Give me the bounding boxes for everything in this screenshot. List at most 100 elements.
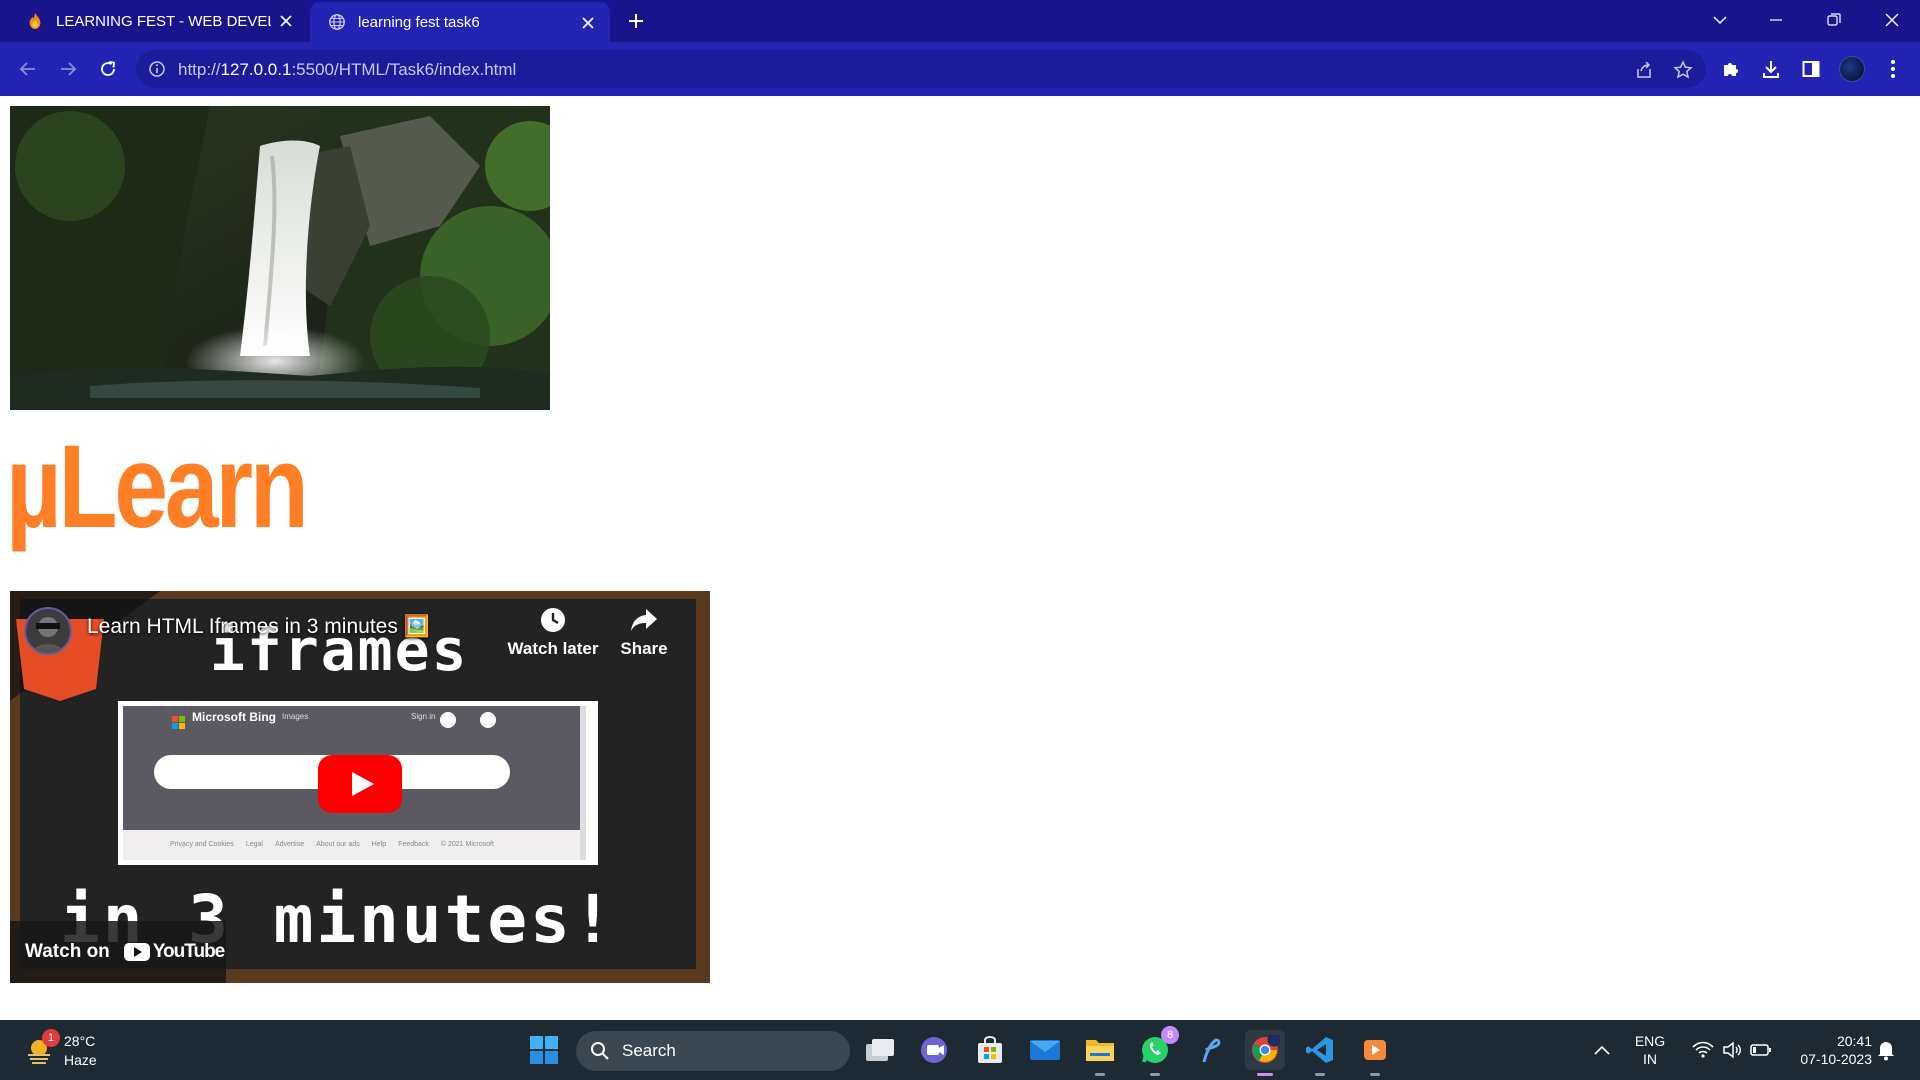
watch-on-youtube-button[interactable]: Watch on YouTube (10, 921, 226, 983)
footer-link: Legal (245, 841, 263, 848)
youtube-embed[interactable]: iframes in 3 minutes! Microsoft Bing Ima… (10, 591, 710, 983)
media-player-button[interactable] (1355, 1030, 1395, 1076)
task-view-button[interactable] (860, 1030, 900, 1070)
url-path: :5500/HTML/Task6/index.html (291, 60, 517, 79)
chevron-down-icon (1713, 16, 1727, 24)
bing-footer: Privacy and Cookies Legal Advertise Abou… (170, 841, 494, 848)
tab-title: learning fest task6 (358, 13, 480, 31)
share-label: Share (620, 639, 668, 658)
minimize-icon (1770, 19, 1782, 21)
reload-button[interactable] (94, 55, 122, 83)
clock-icon (541, 608, 565, 632)
windows-taskbar: 1 28°C Haze Search 8 ENG IN 20:41 07-10-… (0, 1020, 1920, 1080)
fire-favicon-icon (29, 12, 41, 30)
volume-icon (1723, 1041, 1741, 1059)
bookmark-star-icon[interactable] (1672, 59, 1694, 81)
quick-settings-button[interactable] (1677, 1032, 1787, 1068)
restore-icon (1827, 13, 1841, 26)
reload-icon (101, 61, 115, 76)
back-button[interactable] (14, 55, 42, 83)
microsoft-store-button[interactable] (970, 1030, 1010, 1070)
screen: LEARNING FEST - WEB DEVELOP learning fes… (0, 0, 1920, 1080)
video-title[interactable]: Learn HTML Iframes in 3 minutes 🖼️ (87, 615, 430, 639)
language-indicator[interactable]: ENG IN (1630, 1032, 1670, 1068)
bing-label: Microsoft Bing (192, 710, 276, 724)
close-icon (1885, 13, 1899, 27)
clock-time: 20:41 (1836, 1033, 1872, 1049)
language-code: ENG (1634, 1033, 1666, 1049)
search-label: Search (622, 1041, 676, 1060)
chat-camera-icon (921, 1037, 947, 1063)
share-arrow-icon (631, 609, 657, 631)
profile-avatar[interactable] (1839, 56, 1865, 82)
share-page-icon[interactable] (1633, 59, 1655, 81)
start-button[interactable] (524, 1030, 564, 1070)
wifi-icon (1692, 1041, 1714, 1058)
menu-kebab-icon[interactable] (1880, 56, 1906, 82)
notifications-button[interactable] (1872, 1030, 1900, 1070)
youtube-wordmark: YouTube (152, 941, 225, 962)
weather-condition: Haze (64, 1052, 97, 1068)
chevron-up-icon (1594, 1045, 1610, 1055)
folder-icon (1086, 1040, 1114, 1061)
close-window-button[interactable] (1864, 0, 1920, 40)
weather-temp: 28°C (64, 1033, 96, 1049)
chrome-button[interactable] (1245, 1030, 1285, 1076)
vscode-icon (1306, 1037, 1333, 1063)
media-player-icon (1364, 1040, 1386, 1060)
weather-widget[interactable]: 1 28°C Haze (22, 1029, 142, 1073)
arrow-right-icon (61, 62, 77, 76)
url-text[interactable]: http://127.0.0.1:5500/HTML/Task6/index.h… (178, 60, 516, 80)
pen-icon (1202, 1038, 1221, 1063)
taskbar-search[interactable]: Search (576, 1031, 850, 1071)
bing-images-label: Images (282, 712, 309, 721)
watch-on-label: Watch on (25, 941, 110, 962)
region-code: IN (1643, 1051, 1657, 1067)
watch-later-button[interactable]: Watch later (505, 605, 601, 659)
tab-search-button[interactable] (1692, 0, 1748, 40)
footer-link: Help (371, 841, 387, 848)
teams-chat-button[interactable] (915, 1030, 955, 1070)
windows-logo-icon (530, 1036, 558, 1064)
url-scheme: http:// (178, 60, 221, 79)
close-tab-icon[interactable] (578, 13, 598, 33)
site-info-icon[interactable] (148, 60, 166, 78)
arrow-left-icon (19, 62, 35, 76)
footer-link: About our ads (316, 841, 360, 848)
forward-button[interactable] (54, 55, 82, 83)
address-bar[interactable]: http://127.0.0.1:5500/HTML/Task6/index.h… (136, 50, 1706, 88)
extensions-puzzle-icon[interactable] (1718, 56, 1744, 82)
youtube-logo: YouTube (123, 941, 225, 963)
footer-link: © 2021 Microsoft (440, 841, 494, 848)
footer-link: Advertise (274, 841, 305, 848)
whatsapp-button[interactable]: 8 (1135, 1026, 1179, 1076)
downloads-icon[interactable] (1758, 56, 1784, 82)
bing-sign-in-label: Sign in (411, 712, 436, 721)
side-panel-icon[interactable] (1798, 56, 1824, 82)
tab-strip: LEARNING FEST - WEB DEVELOP learning fes… (0, 0, 1920, 42)
restore-button[interactable] (1806, 0, 1862, 40)
share-button[interactable]: Share (604, 605, 684, 659)
tab-learning-fest-task6[interactable]: learning fest task6 (310, 2, 610, 42)
pen-app-button[interactable] (1190, 1030, 1230, 1070)
battery-icon (1750, 1044, 1771, 1056)
play-button-icon[interactable] (318, 755, 402, 813)
search-icon (591, 1042, 609, 1060)
channel-avatar[interactable] (24, 607, 72, 655)
browser-toolbar: http://127.0.0.1:5500/HTML/Task6/index.h… (0, 42, 1920, 96)
file-explorer-button[interactable] (1080, 1030, 1120, 1076)
new-tab-button[interactable] (622, 9, 650, 33)
chrome-icon (1252, 1035, 1280, 1063)
mail-button[interactable] (1025, 1030, 1065, 1070)
mail-icon (1030, 1040, 1060, 1060)
footer-link: Feedback (398, 841, 429, 848)
vscode-button[interactable] (1300, 1030, 1340, 1076)
minimize-button[interactable] (1748, 0, 1804, 40)
whatsapp-badge: 8 (1161, 1026, 1179, 1044)
weather-badge: 1 (42, 1029, 60, 1047)
clock[interactable]: 20:41 07-10-2023 (1780, 1032, 1872, 1068)
notification-bell-icon (1878, 1040, 1896, 1061)
tab-learning-fest[interactable]: LEARNING FEST - WEB DEVELOP (0, 0, 308, 42)
show-hidden-icons-button[interactable] (1582, 1030, 1622, 1070)
close-tab-icon[interactable] (276, 11, 296, 31)
